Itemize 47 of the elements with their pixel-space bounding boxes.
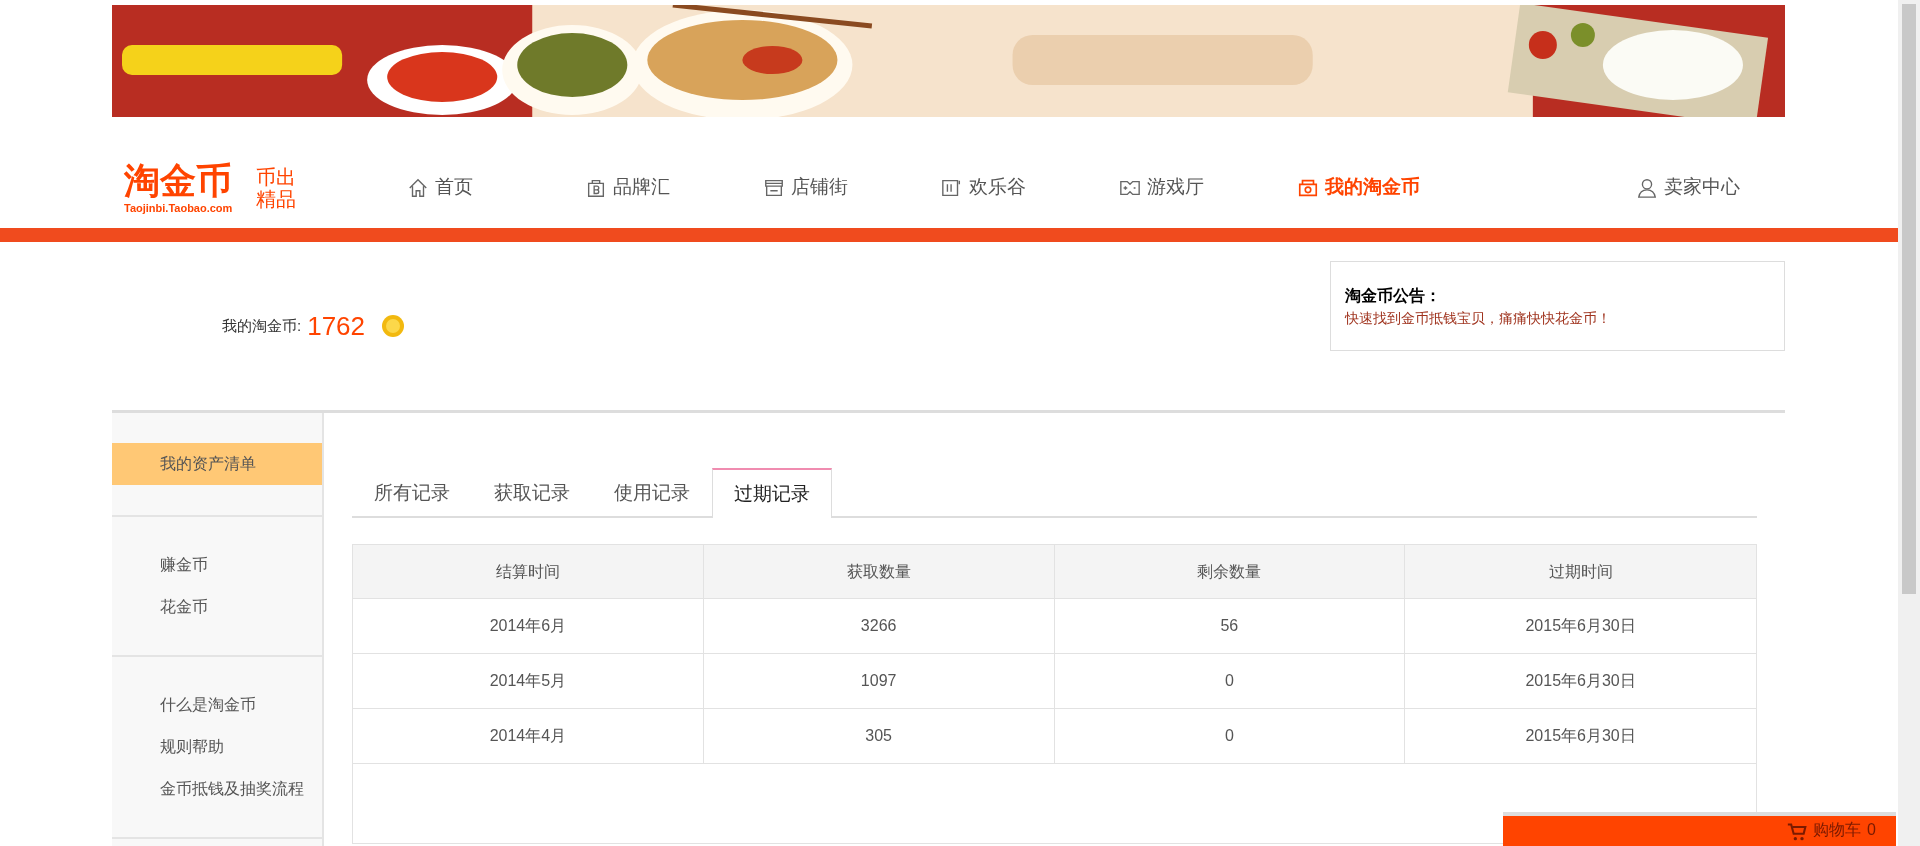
- logo-url: Taojinbi.Taobao.com: [124, 200, 233, 215]
- column-header: 结算时间: [353, 545, 704, 598]
- sidebar-item[interactable]: 赚金币: [112, 553, 322, 577]
- balance-label: 我的淘金币:: [222, 315, 302, 336]
- balance-value: 1762: [307, 309, 365, 343]
- notice-text: 快速找到金币抵钱宝贝，痛痛快快花金币！: [1345, 308, 1612, 328]
- nav-link[interactable]: 店铺街: [763, 173, 941, 202]
- table-cell: 2014年6月: [353, 599, 704, 653]
- seller-center-link[interactable]: 卖家中心: [1636, 173, 1740, 202]
- cart-label: 购物车: [1813, 820, 1862, 840]
- nav-link[interactable]: 游戏厅: [1119, 173, 1297, 202]
- user-icon: [1636, 176, 1658, 199]
- slogan-text: 精品: [256, 187, 297, 210]
- table-cell-text: 2015年6月30日: [1524, 726, 1637, 746]
- nav-link[interactable]: 欢乐谷: [941, 173, 1119, 202]
- table-cell: 1097: [703, 654, 1055, 708]
- table-cell-text: 2015年6月30日: [1524, 671, 1637, 691]
- sidebar-item[interactable]: 花金币: [112, 595, 322, 619]
- sidebar-item[interactable]: 规则帮助: [112, 735, 322, 759]
- table-cell: 2014年5月: [353, 654, 704, 708]
- notice-title: 淘金币公告：: [1345, 285, 1442, 306]
- logo-text: 淘金币: [124, 160, 233, 201]
- sidebar-item[interactable]: 什么是淘金币: [112, 693, 322, 717]
- nav-link[interactable]: 首页: [407, 173, 585, 202]
- home-icon: [407, 176, 429, 199]
- table-cell: 0: [1054, 654, 1406, 708]
- sidebar-item[interactable]: 我的资产清单: [112, 443, 322, 485]
- table-cell-text: 2015年6月30日: [1524, 616, 1637, 636]
- tab[interactable]: 使用记录: [592, 468, 712, 518]
- cart-count: 0: [1867, 820, 1876, 840]
- table-cell: 305: [703, 709, 1055, 763]
- table-cell: 2014年4月: [353, 709, 704, 763]
- tab[interactable]: 获取记录: [472, 468, 592, 518]
- nav-link[interactable]: 品牌汇: [585, 173, 763, 202]
- cart-icon: [1787, 822, 1808, 842]
- tab[interactable]: 过期记录: [712, 468, 832, 518]
- coin-icon: [381, 314, 405, 338]
- table-cell: 0: [1054, 709, 1406, 763]
- slogan-text: 币出: [256, 165, 297, 188]
- table-cell: 3266: [703, 599, 1055, 653]
- sidebar-item[interactable]: 金币抵钱及抽奖流程: [112, 777, 322, 801]
- tab[interactable]: 所有记录: [352, 468, 472, 518]
- table-cell: 56: [1054, 599, 1406, 653]
- column-header: 过期时间: [1547, 561, 1614, 582]
- scrollbar[interactable]: [1898, 0, 1920, 846]
- column-header: 剩余数量: [1054, 545, 1406, 598]
- column-header: 获取数量: [703, 545, 1055, 598]
